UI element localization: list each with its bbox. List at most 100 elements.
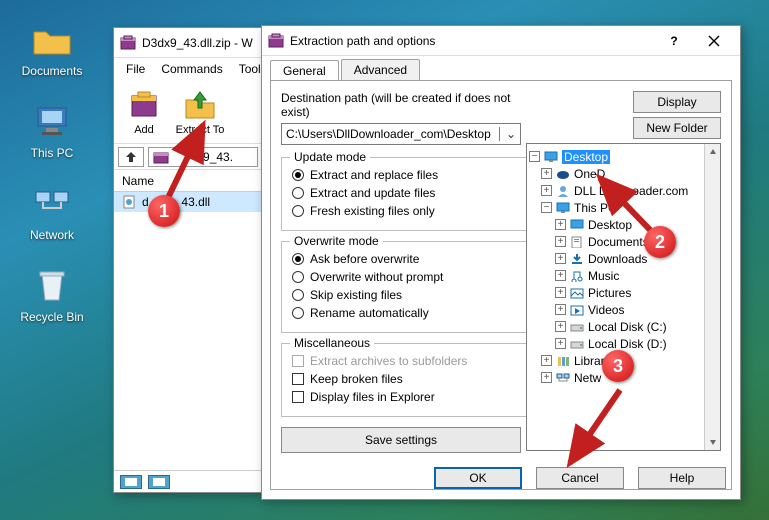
desktop-icon-label: This PC [12, 146, 92, 160]
desktop-icon-network[interactable]: Network [12, 182, 92, 242]
radio-icon [292, 307, 304, 319]
close-button[interactable] [694, 29, 734, 53]
dialog-tabs: General Advanced [262, 56, 740, 80]
radio-icon [292, 289, 304, 301]
tab-advanced[interactable]: Advanced [341, 59, 420, 80]
up-directory-button[interactable] [118, 147, 144, 167]
radio-skip-existing[interactable]: Skip existing files [292, 286, 520, 304]
winrar-icon [120, 35, 136, 51]
dialog-titlebar[interactable]: Extraction path and options ? [262, 26, 740, 56]
radio-icon [292, 169, 304, 181]
overwrite-mode-group: Overwrite mode Ask before overwrite Over… [281, 241, 531, 333]
tree-scrollbar[interactable] [704, 144, 720, 450]
new-folder-button[interactable]: New Folder [633, 117, 721, 139]
menu-file[interactable]: File [118, 60, 153, 78]
onedrive-icon [555, 167, 571, 181]
status-icon [120, 475, 142, 489]
tab-panel-general: Destination path (will be created if doe… [270, 80, 732, 490]
check-keep-broken[interactable]: Keep broken files [292, 370, 520, 388]
winrar-window[interactable]: D3dx9_43.dll.zip - W File Commands Tools… [113, 27, 263, 493]
destination-path-value: C:\Users\DllDownloader_com\Desktop [286, 127, 491, 141]
help-button[interactable]: Help [638, 467, 726, 489]
display-button[interactable]: Display [633, 91, 721, 113]
misc-legend: Miscellaneous [290, 336, 374, 350]
desktop-icon-label: Network [12, 228, 92, 242]
tree-node-local-d[interactable]: +Local Disk (D:) [529, 335, 718, 352]
scroll-up-icon[interactable] [705, 144, 720, 160]
user-icon [555, 184, 571, 198]
tree-node-pictures[interactable]: +Pictures [529, 284, 718, 301]
misc-group: Miscellaneous Extract archives to subfol… [281, 343, 531, 417]
documents-icon [569, 235, 585, 249]
radio-icon [292, 187, 304, 199]
extraction-dialog[interactable]: Extraction path and options ? General Ad… [261, 25, 741, 500]
radio-overwrite-noprompt[interactable]: Overwrite without prompt [292, 268, 520, 286]
radio-icon [292, 271, 304, 283]
radio-icon [292, 253, 304, 265]
drive-icon [569, 320, 585, 334]
folder-icon [31, 18, 73, 60]
scroll-down-icon[interactable] [705, 434, 720, 450]
tree-node-downloads[interactable]: +Downloads [529, 250, 718, 267]
tab-general[interactable]: General [270, 60, 339, 81]
libraries-icon [555, 354, 571, 368]
dll-file-icon [122, 195, 136, 209]
tree-node-videos[interactable]: +Videos [529, 301, 718, 318]
desktop-icon-thispc[interactable]: This PC [12, 100, 92, 160]
destination-path-label: Destination path (will be created if doe… [281, 91, 531, 119]
destination-path-input[interactable]: C:\Users\DllDownloader_com\Desktop ⌄ [281, 123, 521, 145]
network-icon [555, 371, 571, 385]
drive-icon [569, 337, 585, 351]
recycle-bin-icon [31, 264, 73, 306]
save-settings-button[interactable]: Save settings [281, 427, 521, 453]
desktop-icon [569, 218, 585, 232]
help-button[interactable]: ? [654, 29, 694, 53]
desktop-icon-label: Recycle Bin [12, 310, 92, 324]
radio-ask-overwrite[interactable]: Ask before overwrite [292, 250, 520, 268]
music-icon [569, 269, 585, 283]
winrar-statusbar [114, 470, 262, 492]
ok-button[interactable]: OK [434, 467, 522, 489]
radio-fresh-existing[interactable]: Fresh existing files only [292, 202, 520, 220]
desktop-icon-label: Documents [12, 64, 92, 78]
tree-node-music[interactable]: +Music [529, 267, 718, 284]
winrar-titlebar[interactable]: D3dx9_43.dll.zip - W [114, 28, 262, 58]
checkbox-icon [292, 373, 304, 385]
network-icon [31, 182, 73, 224]
radio-icon [292, 205, 304, 217]
annotation-arrow-3 [560, 385, 640, 475]
dialog-title: Extraction path and options [290, 34, 654, 48]
radio-rename-auto[interactable]: Rename automatically [292, 304, 520, 322]
pictures-icon [569, 286, 585, 300]
check-extract-subfolders: Extract archives to subfolders [292, 352, 520, 370]
checkbox-icon [292, 391, 304, 403]
annotation-marker-3: 3 [602, 350, 634, 382]
check-display-explorer[interactable]: Display files in Explorer [292, 388, 520, 406]
tree-node-desktop[interactable]: −Desktop [529, 148, 718, 165]
status-icon [148, 475, 170, 489]
checkbox-icon [292, 355, 304, 367]
videos-icon [569, 303, 585, 317]
annotation-arrow-1 [155, 115, 215, 205]
annotation-marker-2: 2 [644, 226, 676, 258]
overwrite-mode-legend: Overwrite mode [290, 234, 383, 248]
winrar-menubar[interactable]: File Commands Tools [114, 58, 262, 80]
file-list[interactable]: d3dx9_43.dll [114, 192, 262, 472]
pc-icon [31, 100, 73, 142]
update-mode-group: Update mode Extract and replace files Ex… [281, 157, 531, 231]
menu-commands[interactable]: Commands [153, 60, 230, 78]
pc-icon [555, 201, 571, 215]
downloads-icon [569, 252, 585, 266]
desktop-icon-documents[interactable]: Documents [12, 18, 92, 78]
radio-extract-replace[interactable]: Extract and replace files [292, 166, 520, 184]
radio-extract-update[interactable]: Extract and update files [292, 184, 520, 202]
column-name[interactable]: Name [122, 174, 154, 188]
winrar-icon [268, 33, 284, 49]
tree-node-local-c[interactable]: +Local Disk (C:) [529, 318, 718, 335]
desktop-icon [543, 150, 559, 164]
winrar-title: D3dx9_43.dll.zip - W [142, 36, 256, 50]
update-mode-legend: Update mode [290, 150, 370, 164]
chevron-down-icon[interactable]: ⌄ [499, 127, 516, 141]
desktop-icon-recycle[interactable]: Recycle Bin [12, 264, 92, 324]
annotation-marker-1: 1 [148, 195, 180, 227]
